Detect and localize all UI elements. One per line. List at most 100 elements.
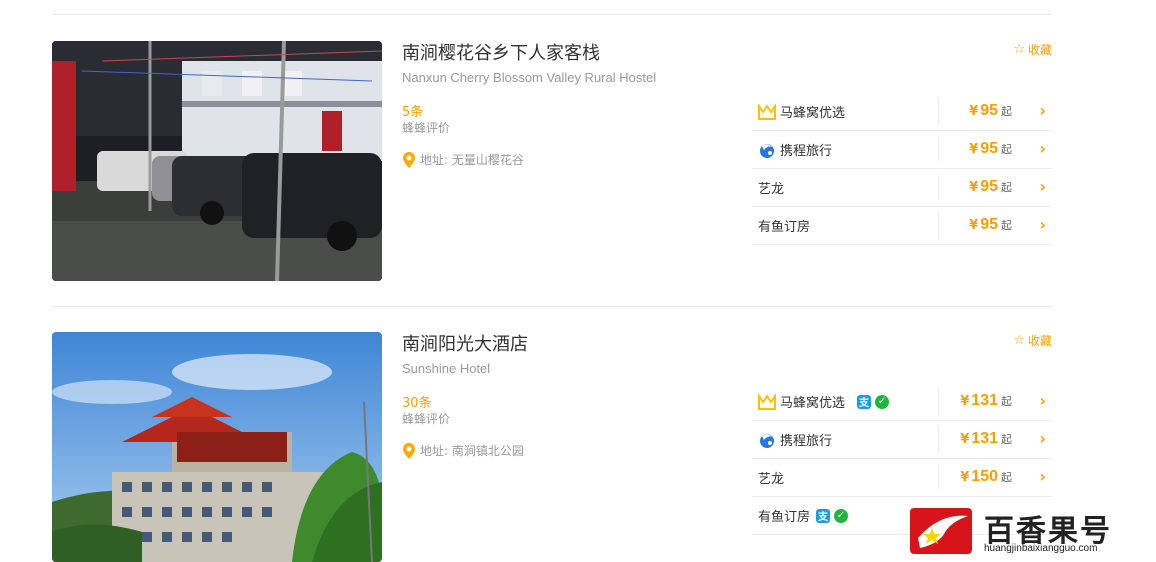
vendor-name: 艺龙 bbox=[758, 182, 785, 197]
hotel-card: 南涧阳光大酒店 Sunshine Hotel 30条 蜂蜂评价 地址: 南涧镇北… bbox=[52, 332, 1052, 562]
wechat-pay-icon: ✓ bbox=[875, 394, 890, 409]
price-suffix: 起 bbox=[1001, 395, 1012, 408]
hotel-name[interactable]: 南涧阳光大酒店 bbox=[402, 332, 762, 358]
watermark: 百香果号 huangjinbaixiangguo.com bbox=[910, 506, 1150, 558]
hotel-card: 南涧樱花谷乡下人家客栈 Nanxun Cherry Blossom Valley… bbox=[52, 41, 1052, 281]
chevron-right-icon[interactable]: › bbox=[1039, 430, 1046, 448]
vendor: 携程旅行 bbox=[758, 131, 832, 168]
row-divider bbox=[938, 137, 939, 162]
star-icon: ☆ bbox=[1013, 42, 1025, 57]
price-value: 95 bbox=[980, 140, 998, 157]
list-divider bbox=[52, 14, 1052, 15]
currency-symbol: ¥ bbox=[969, 180, 979, 195]
price: ¥ 95 起 bbox=[969, 131, 1012, 168]
vendor-name: 马蜂窝优选 bbox=[780, 396, 846, 411]
hotel-info: 南涧樱花谷乡下人家客栈 Nanxun Cherry Blossom Valley… bbox=[402, 41, 762, 168]
price-row[interactable]: 携程旅行 ¥ 95 起 › bbox=[752, 131, 1052, 169]
vendor: 艺龙 bbox=[758, 459, 784, 496]
hotel-info: 南涧阳光大酒店 Sunshine Hotel 30条 蜂蜂评价 地址: 南涧镇北… bbox=[402, 332, 762, 459]
row-divider bbox=[938, 213, 939, 238]
favorite-label: 收藏 bbox=[1027, 43, 1052, 57]
currency-symbol: ¥ bbox=[960, 432, 970, 447]
price-suffix: 起 bbox=[1001, 219, 1012, 232]
price-list: 马蜂窝优选 ¥ 95 起 › 携程旅行 ¥ 95 起 › 艺龙 ¥ 95 起 ›… bbox=[752, 93, 1052, 245]
favorite-button[interactable]: ☆ 收藏 bbox=[1013, 41, 1052, 58]
vendor: 艺龙 bbox=[758, 169, 784, 206]
price-suffix: 起 bbox=[1001, 143, 1012, 156]
list-divider bbox=[52, 306, 1052, 307]
address-text: 地址: 南涧镇北公园 bbox=[420, 444, 524, 458]
chevron-right-icon[interactable]: › bbox=[1039, 392, 1046, 410]
favorite-label: 收藏 bbox=[1027, 334, 1052, 348]
price-suffix: 起 bbox=[1001, 433, 1012, 446]
price: ¥ 95 起 bbox=[969, 169, 1012, 206]
watermark-logo bbox=[910, 508, 972, 554]
chevron-right-icon[interactable]: › bbox=[1039, 140, 1046, 158]
ctrip-icon bbox=[760, 433, 774, 448]
wechat-pay-icon: ✓ bbox=[834, 508, 849, 523]
price-suffix: 起 bbox=[1001, 181, 1012, 194]
payment-icons: 支 ✓ bbox=[857, 394, 893, 409]
vendor-name: 艺龙 bbox=[758, 472, 785, 487]
price-suffix: 起 bbox=[1001, 471, 1012, 484]
price-value: 95 bbox=[980, 178, 998, 195]
hotel-name[interactable]: 南涧樱花谷乡下人家客栈 bbox=[402, 41, 762, 67]
vendor-name: 有鱼订房 bbox=[758, 510, 811, 525]
vendor-name: 携程旅行 bbox=[780, 434, 833, 449]
vendor-name: 携程旅行 bbox=[780, 144, 833, 159]
price-row[interactable]: 艺龙 ¥ 150 起 › bbox=[752, 459, 1052, 497]
ctrip-icon bbox=[760, 143, 774, 158]
location-pin-icon bbox=[403, 442, 415, 459]
price-suffix: 起 bbox=[1001, 105, 1012, 118]
hotel-photo[interactable] bbox=[52, 41, 382, 281]
payment-icons: 支 ✓ bbox=[816, 508, 852, 523]
price: ¥ 95 起 bbox=[969, 207, 1012, 244]
hotel-address: 地址: 无量山樱花谷 bbox=[402, 151, 762, 168]
price-value: 131 bbox=[971, 392, 998, 409]
favorite-button[interactable]: ☆ 收藏 bbox=[1013, 332, 1052, 349]
price-row[interactable]: 有鱼订房 ¥ 95 起 › bbox=[752, 207, 1052, 245]
alipay-icon: 支 bbox=[857, 394, 872, 409]
watermark-url: huangjinbaixiangguo.com bbox=[984, 543, 1098, 554]
price-row[interactable]: 马蜂窝优选 支 ✓ ¥ 131 起 › bbox=[752, 383, 1052, 421]
price: ¥ 95 起 bbox=[969, 93, 1012, 130]
currency-symbol: ¥ bbox=[969, 218, 979, 233]
row-divider bbox=[938, 99, 939, 124]
price-value: 95 bbox=[980, 102, 998, 119]
location-pin-icon bbox=[403, 151, 415, 168]
chevron-right-icon[interactable]: › bbox=[1039, 102, 1046, 120]
vendor: 携程旅行 bbox=[758, 421, 832, 458]
review-count[interactable]: 5条 bbox=[402, 105, 762, 121]
vendor: 马蜂窝优选 bbox=[758, 93, 845, 130]
mafengwo-icon bbox=[758, 103, 776, 120]
price: ¥ 150 起 bbox=[960, 459, 1012, 496]
review-count[interactable]: 30条 bbox=[402, 396, 762, 412]
price-row[interactable]: 携程旅行 ¥ 131 起 › bbox=[752, 421, 1052, 459]
review-label: 蜂蜂评价 bbox=[402, 121, 451, 135]
price-row[interactable]: 马蜂窝优选 ¥ 95 起 › bbox=[752, 93, 1052, 131]
price-row[interactable]: 艺龙 ¥ 95 起 › bbox=[752, 169, 1052, 207]
hotel-photo[interactable] bbox=[52, 332, 382, 562]
review-label: 蜂蜂评价 bbox=[402, 412, 451, 426]
row-divider bbox=[938, 465, 939, 490]
hotel-address: 地址: 南涧镇北公园 bbox=[402, 442, 762, 459]
chevron-right-icon[interactable]: › bbox=[1039, 178, 1046, 196]
star-icon: ☆ bbox=[1013, 333, 1025, 348]
vendor: 有鱼订房 支 ✓ bbox=[758, 497, 852, 534]
vendor: 有鱼订房 bbox=[758, 207, 810, 244]
currency-symbol: ¥ bbox=[960, 394, 970, 409]
vendor-name: 马蜂窝优选 bbox=[780, 106, 846, 121]
chevron-right-icon[interactable]: › bbox=[1039, 468, 1046, 486]
row-divider bbox=[938, 389, 939, 414]
price: ¥ 131 起 bbox=[960, 421, 1012, 458]
vendor: 马蜂窝优选 支 ✓ bbox=[758, 383, 893, 420]
row-divider bbox=[938, 175, 939, 200]
address-text: 地址: 无量山樱花谷 bbox=[420, 153, 524, 167]
chevron-right-icon[interactable]: › bbox=[1039, 216, 1046, 234]
price: ¥ 131 起 bbox=[960, 383, 1012, 420]
price-value: 150 bbox=[971, 468, 998, 485]
hotel-english-name: Nanxun Cherry Blossom Valley Rural Hoste… bbox=[402, 70, 657, 85]
hotel-english-name: Sunshine Hotel bbox=[402, 361, 491, 376]
price-value: 131 bbox=[971, 430, 998, 447]
alipay-icon: 支 bbox=[816, 508, 831, 523]
